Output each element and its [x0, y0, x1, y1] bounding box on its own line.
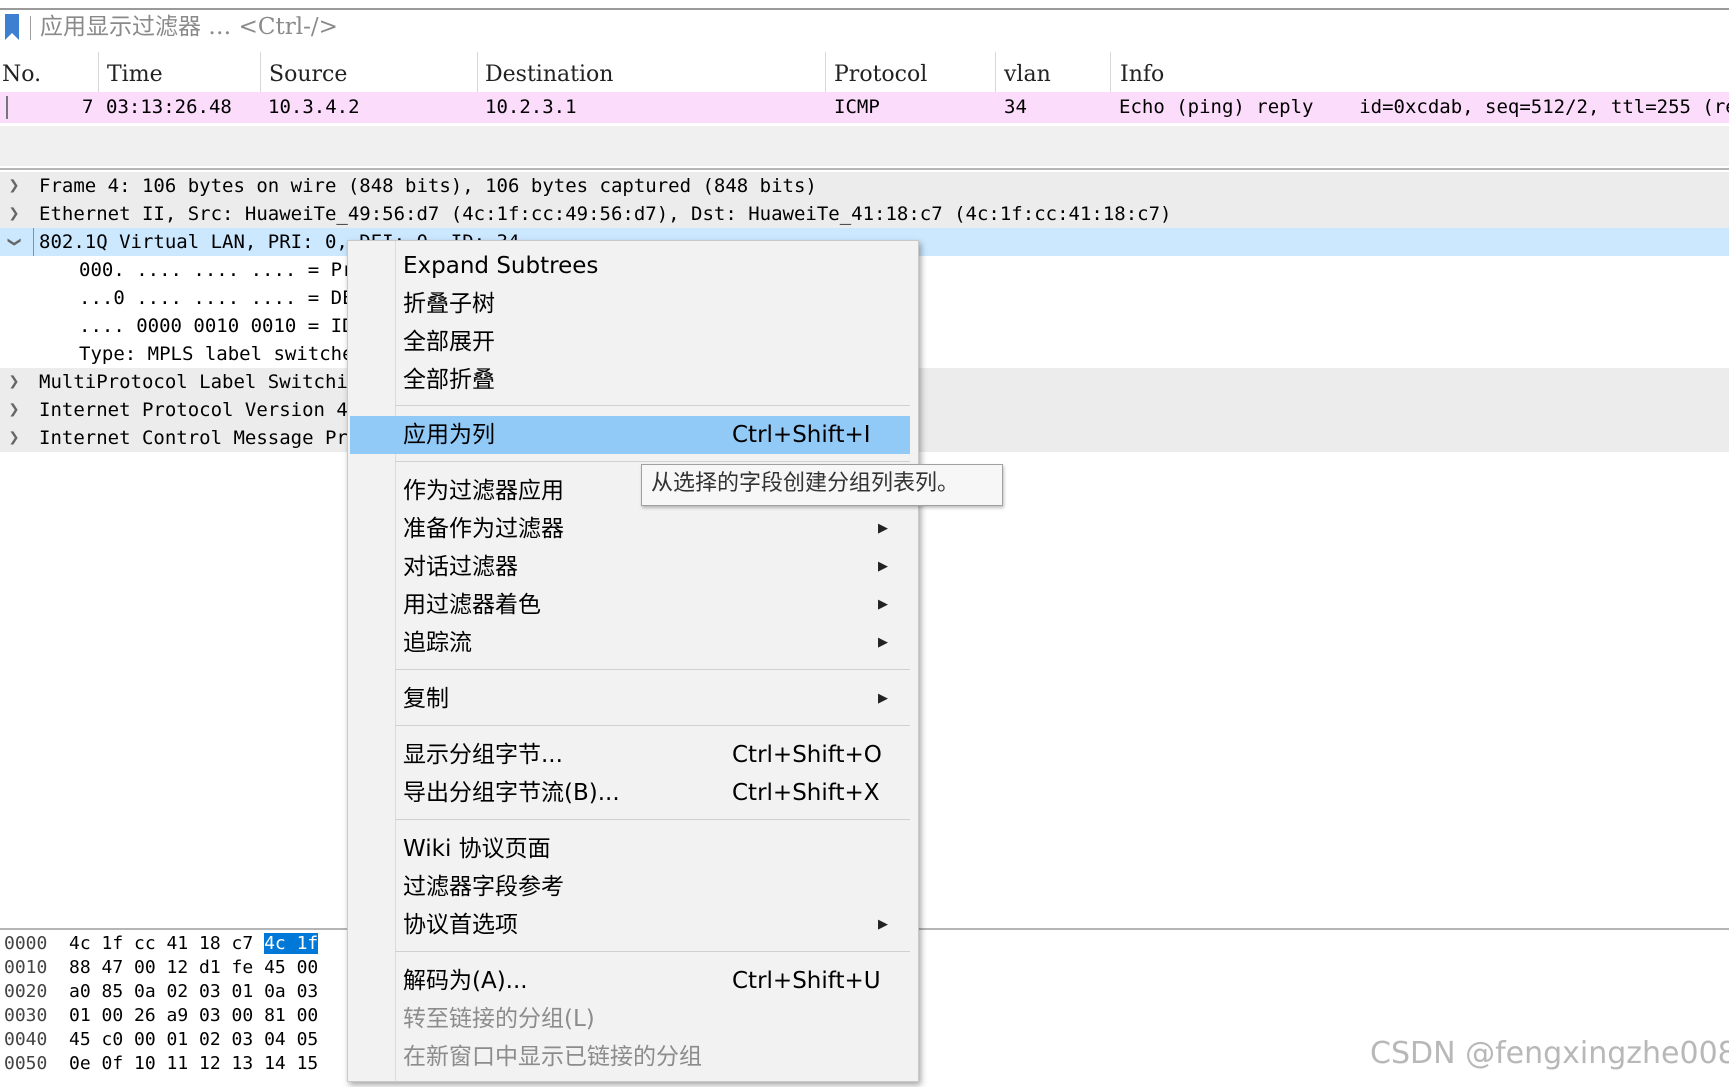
packet-row[interactable]: 7 03:13:26.48 10.3.4.2 10.2.3.1 ICMP 34 …: [0, 92, 1729, 123]
detail-row-label: .... 0000 0010 0010 = ID: [79, 315, 354, 337]
packet-list: No. Time Source Destination Protocol vla…: [0, 48, 1729, 197]
column-separator[interactable]: [260, 52, 261, 94]
menu-item-shortcut: Ctrl+Shift+X: [732, 780, 880, 806]
detail-row-label: 000. .... .... .... = Pr: [79, 259, 354, 281]
chevron-down-icon[interactable]: ❯: [0, 234, 28, 250]
bytes-hex: 0e 0f 10 11 12 13 14 15: [69, 1053, 319, 1074]
bytes-highlight: 4c 1f: [264, 933, 319, 954]
submenu-arrow-icon: ▶: [878, 691, 888, 706]
chevron-right-icon[interactable]: ❯: [6, 424, 22, 452]
column-header-info[interactable]: Info: [1120, 60, 1164, 90]
menu-item-protocol-preferences[interactable]: 协议首选项 ▶: [348, 906, 918, 944]
column-header-time[interactable]: Time: [107, 60, 163, 90]
horizontal-scrollbar[interactable]: [0, 126, 1729, 197]
detail-row-ethernet[interactable]: ❯ Ethernet II, Src: HuaweiTe_49:56:d7 (4…: [0, 200, 1729, 228]
menu-item-colorize-with-filter[interactable]: 用过滤器着色 ▶: [348, 586, 918, 624]
menu-item-apply-as-column[interactable]: 应用为列 Ctrl+Shift+I: [350, 416, 910, 454]
bytes-hex: 01 00 26 a9 03 00 81 00: [69, 1005, 319, 1026]
column-separator[interactable]: [995, 52, 996, 94]
chevron-right-icon[interactable]: ❯: [6, 368, 22, 396]
menu-tooltip: 从选择的字段创建分组列表列。: [641, 464, 1003, 506]
menu-item-shortcut: Ctrl+Shift+U: [732, 968, 881, 994]
bytes-offset: 0040: [4, 1029, 48, 1050]
menu-item-expand-subtrees[interactable]: Expand Subtrees: [348, 247, 918, 285]
bytes-offset: 0000: [4, 933, 48, 954]
packet-source: 10.3.4.2: [268, 96, 360, 118]
packet-protocol: ICMP: [834, 96, 880, 118]
menu-item-expand-all[interactable]: 全部展开: [348, 323, 918, 361]
submenu-arrow-icon: ▶: [878, 635, 888, 650]
bytes-hex: 4c 1f cc 41 18 c7 4c 1f: [69, 933, 319, 954]
related-packet-marker: [6, 96, 8, 119]
menu-item-shortcut: Ctrl+Shift+I: [732, 422, 871, 448]
chevron-right-icon[interactable]: ❯: [6, 396, 22, 424]
menu-item-wiki-protocol-page[interactable]: Wiki 协议页面: [348, 830, 918, 868]
packet-info: Echo (ping) reply id=0xcdab, seq=512/2, …: [1119, 96, 1729, 118]
menu-separator: [395, 405, 910, 406]
display-filter-input[interactable]: [40, 13, 1540, 41]
column-separator[interactable]: [98, 52, 99, 94]
packet-vlan: 34: [1004, 96, 1027, 118]
menu-separator: [395, 461, 910, 462]
selection-border: [33, 228, 34, 256]
submenu-arrow-icon: ▶: [878, 597, 888, 612]
menu-item-decode-as[interactable]: 解码为(A)... Ctrl+Shift+U: [348, 962, 918, 1000]
submenu-arrow-icon: ▶: [878, 559, 888, 574]
column-header-destination[interactable]: Destination: [485, 60, 613, 90]
detail-row-frame[interactable]: ❯ Frame 4: 106 bytes on wire (848 bits),…: [0, 172, 1729, 200]
column-header-no[interactable]: No.: [2, 60, 41, 90]
chevron-right-icon[interactable]: ❯: [6, 200, 22, 228]
detail-row-label: MultiProtocol Label Switchir: [39, 371, 360, 393]
detail-row-label: Type: MPLS label switche: [79, 343, 354, 365]
column-header-vlan[interactable]: vlan: [1004, 60, 1051, 90]
menu-item-follow-stream[interactable]: 追踪流 ▶: [348, 624, 918, 662]
column-separator[interactable]: [825, 52, 826, 94]
column-separator[interactable]: [1110, 52, 1111, 94]
menu-item-shortcut: Ctrl+Shift+O: [732, 742, 882, 768]
packet-list-header: No. Time Source Destination Protocol vla…: [0, 52, 1729, 94]
bookmark-icon[interactable]: [5, 14, 19, 40]
bytes-offset: 0020: [4, 981, 48, 1002]
column-header-source[interactable]: Source: [269, 60, 347, 90]
detail-row-label: Internet Protocol Version 4,: [39, 399, 360, 421]
submenu-arrow-icon: ▶: [878, 521, 888, 536]
column-separator[interactable]: [477, 52, 478, 94]
menu-item-filter-field-reference[interactable]: 过滤器字段参考: [348, 868, 918, 906]
watermark: CSDN @fengxingzhe008: [1370, 1036, 1729, 1071]
detail-row-label: Internet Control Message Prc: [39, 427, 360, 449]
packet-destination: 10.2.3.1: [485, 96, 577, 118]
tooltip-text: 从选择的字段创建分组列表列。: [651, 471, 960, 496]
menu-item-show-packet-bytes[interactable]: 显示分组字节... Ctrl+Shift+O: [348, 736, 918, 774]
column-header-protocol[interactable]: Protocol: [834, 60, 927, 90]
context-menu: Expand Subtrees 折叠子树 全部展开 全部折叠 应用为列 Ctrl…: [347, 240, 919, 1082]
chevron-right-icon[interactable]: ❯: [6, 172, 22, 200]
bytes-hex: 88 47 00 12 d1 fe 45 00: [69, 957, 319, 978]
packet-no: 7: [82, 96, 94, 118]
bytes-offset: 0030: [4, 1005, 48, 1026]
bytes-offset: 0010: [4, 957, 48, 978]
detail-row-label: ...0 .... .... .... = DE: [79, 287, 354, 309]
packet-time: 03:13:26.48: [106, 96, 232, 118]
menu-separator: [395, 669, 910, 670]
detail-row-label: Ethernet II, Src: HuaweiTe_49:56:d7 (4c:…: [39, 203, 1172, 225]
menu-item-collapse-all[interactable]: 全部折叠: [348, 361, 918, 399]
display-filter-bar: [0, 8, 1729, 50]
detail-row-label: Frame 4: 106 bytes on wire (848 bits), 1…: [39, 175, 817, 197]
menu-item-collapse-subtrees[interactable]: 折叠子树: [348, 285, 918, 323]
menu-item-export-packet-bytes[interactable]: 导出分组字节流(B)... Ctrl+Shift+X: [348, 774, 918, 812]
menu-item-go-to-linked-packet: 转至链接的分组(L): [403, 1006, 595, 1032]
bytes-hex: a0 85 0a 02 03 01 0a 03: [69, 981, 319, 1002]
bytes-offset: 0050: [4, 1053, 48, 1074]
menu-separator: [395, 725, 910, 726]
menu-separator: [395, 951, 910, 952]
submenu-arrow-icon: ▶: [878, 917, 888, 932]
bytes-hex: 45 c0 00 01 02 03 04 05: [69, 1029, 319, 1050]
menu-item-conversation-filter[interactable]: 对话过滤器 ▶: [348, 548, 918, 586]
menu-item-show-linked-packet-new-window: 在新窗口中显示已链接的分组: [403, 1044, 702, 1070]
filter-divider: [30, 16, 31, 40]
menu-separator: [395, 819, 910, 820]
menu-item-copy[interactable]: 复制 ▶: [348, 680, 918, 718]
menu-item-prepare-as-filter[interactable]: 准备作为过滤器 ▶: [348, 510, 918, 548]
